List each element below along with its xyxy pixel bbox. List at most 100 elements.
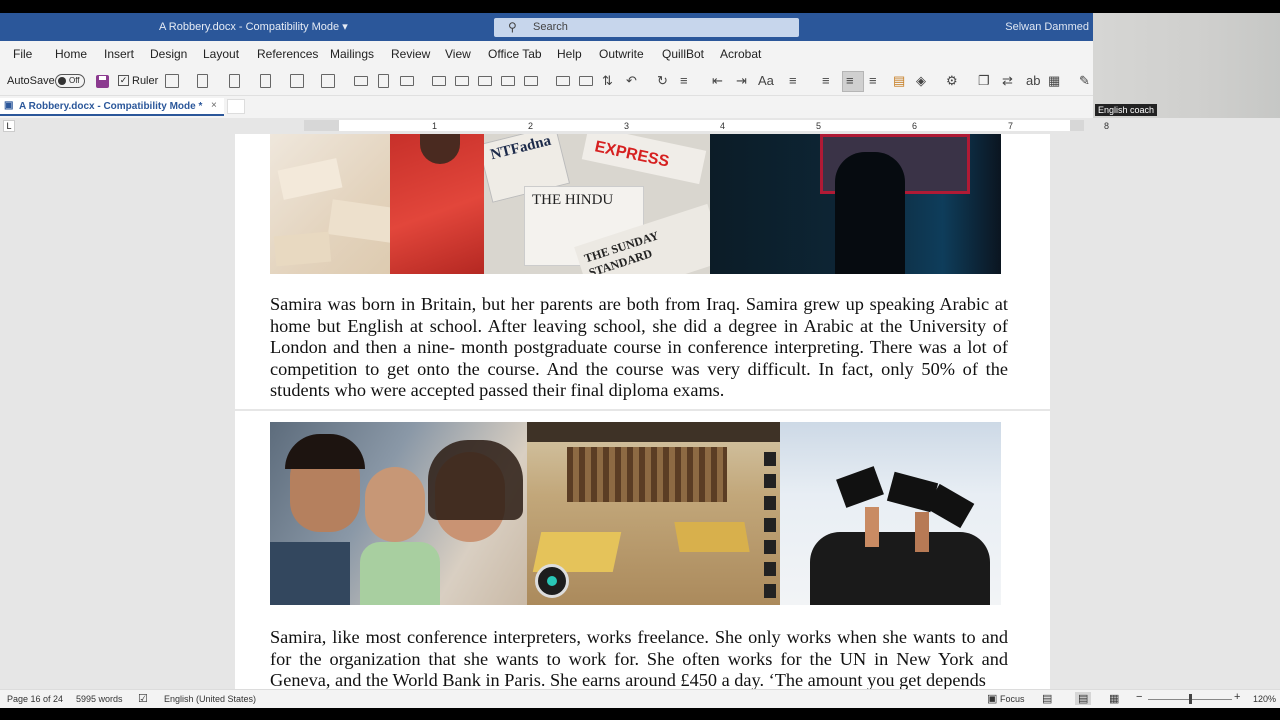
autosave-toggle[interactable]: Off [55,74,85,88]
tab-design[interactable]: Design [150,47,187,61]
focus-icon: ▣ [987,693,998,705]
left-margin [304,120,339,131]
columns-icon[interactable] [321,74,335,88]
ruler-strip[interactable]: 1 2 3 4 5 6 7 8 [304,120,1109,131]
open-document-icon[interactable] [229,74,240,88]
tab-view[interactable]: View [445,47,471,61]
tab-review[interactable]: Review [391,47,430,61]
print-layout-icon[interactable]: ▤ [1075,692,1092,705]
proofing-icon[interactable]: ☑ [138,692,148,705]
layout-icon-2[interactable] [455,76,469,86]
replace-icon[interactable]: ⇄ [1002,73,1013,89]
layout-icon-1[interactable] [432,76,446,86]
page-count[interactable]: Page 16 of 24 [7,694,63,704]
zoom-in-icon[interactable]: + [1234,691,1240,703]
line-spacing-icon[interactable]: ≡ [680,73,688,88]
graduation-caps-photo [780,422,1001,605]
tab-layout[interactable]: Layout [203,47,239,61]
right-margin [1070,120,1084,131]
save-icon[interactable] [96,75,109,88]
redo-icon[interactable]: ↻ [657,73,668,89]
ribbon-tabs: File Home Insert Design Layout Reference… [0,41,1093,67]
layout-icon-4[interactable] [501,76,515,86]
ruler-number: 4 [720,121,726,131]
zoom-out-icon[interactable]: − [1136,691,1142,703]
document-tab[interactable]: ▣ A Robbery.docx - Compatibility Mode * … [0,98,224,116]
table-grid-icon[interactable] [400,76,414,86]
ruler-number: 3 [624,121,630,131]
ruler: L 1 2 3 4 5 6 7 8 [0,118,1280,134]
text-box-icon[interactable] [354,76,368,86]
layout-icon-7[interactable] [579,76,593,86]
format-icon[interactable]: ⚙ [946,73,958,89]
word-doc-icon: ▣ [4,100,14,111]
page[interactable]: NTFadna EXPRESS THE HINDU THE SUNDAY STA… [235,134,1050,409]
word-count[interactable]: 5995 words [76,694,123,704]
tab-mailings[interactable]: Mailings [330,47,374,61]
tab-home[interactable]: Home [55,47,87,61]
strikethrough-icon[interactable]: ab [1026,73,1040,88]
ruler-number: 6 [912,121,918,131]
ruler-number: 5 [816,121,822,131]
title-bar: A Robbery.docx - Compatibility Mode ▾ ⚲ … [0,13,1093,41]
paragraph-1[interactable]: Samira was born in Britain, but her pare… [270,294,1008,402]
clipboard-icon[interactable]: ▤ [893,73,905,89]
paragraph-2[interactable]: Samira, like most conference interpreter… [270,627,1008,689]
layout-icon-5[interactable] [524,76,538,86]
tab-help[interactable]: Help [557,47,582,61]
tab-quillbot[interactable]: QuillBot [662,47,704,61]
search-placeholder: Search [533,21,568,33]
read-mode-icon[interactable]: ▤ [1042,692,1052,705]
insert-icon[interactable]: ▦ [1048,73,1060,89]
decrease-indent-icon[interactable]: ⇤ [712,73,723,89]
tab-office-tab[interactable]: Office Tab [488,47,542,61]
title-dropdown-icon[interactable]: ▾ [342,21,348,33]
tab-acrobat[interactable]: Acrobat [720,47,761,61]
ruler-number: 7 [1008,121,1014,131]
search-box[interactable]: ⚲ Search [494,18,799,37]
align-right-icon[interactable]: ≡ [869,73,877,88]
copy-format-icon[interactable]: ❐ [978,73,990,89]
screen-top-edge [0,0,1280,13]
align-left-icon[interactable]: ≡ [822,73,830,88]
focus-button[interactable]: Focus [1000,694,1025,704]
edit-icon[interactable]: ✎ [1079,73,1090,89]
document-canvas[interactable]: NTFadna EXPRESS THE HINDU THE SUNDAY STA… [0,134,1280,689]
tab-outwrite[interactable]: Outwrite [599,47,644,61]
tab-selector[interactable]: L [3,120,15,132]
tab-insert[interactable]: Insert [104,47,134,61]
language[interactable]: English (United States) [164,694,256,704]
close-tab-icon[interactable]: × [211,100,217,111]
table-icon[interactable] [165,74,179,88]
undo-icon[interactable]: ↶ [626,73,637,89]
tab-references[interactable]: References [257,47,318,61]
user-name[interactable]: Selwan Dammed [1005,21,1089,33]
quick-access-toolbar: AutoSave Off ✓ Ruler ⇅ ↶ ↻ ≡ ⇤ ⇥ Aa ≡ ≡ … [0,67,1093,96]
page-icon[interactable] [378,74,389,88]
webcam-label: English coach [1095,104,1158,116]
tab-file[interactable]: File [13,47,32,61]
web-layout-icon[interactable]: ▦ [1109,692,1119,705]
family-selfie-photo [270,422,527,605]
autosave-label: AutoSave [7,75,55,87]
ruler-checkbox[interactable]: ✓ [118,75,129,86]
toggle-knob [58,77,66,85]
increase-indent-icon[interactable]: ⇥ [736,73,747,89]
page[interactable]: Samira, like most conference interpreter… [235,411,1050,689]
paste-icon[interactable] [290,74,304,88]
webcam-overlay: English coach [1093,13,1280,118]
new-tab-button[interactable] [227,99,245,114]
justify-icon[interactable]: ≡ [789,73,797,88]
zoom-level[interactable]: 120% [1253,694,1276,704]
document-title[interactable]: A Robbery.docx - Compatibility Mode ▾ [159,20,348,33]
sort-icon[interactable]: ⇅ [602,73,613,89]
shading-icon[interactable]: ◈ [916,73,926,89]
zoom-slider-thumb[interactable] [1189,694,1192,704]
layout-icon-3[interactable] [478,76,492,86]
change-case-icon[interactable]: Aa [758,73,774,88]
new-document-icon[interactable] [197,74,208,88]
layout-icon-6[interactable] [556,76,570,86]
document-tab-strip: ▣ A Robbery.docx - Compatibility Mode * … [0,96,1093,118]
align-center-icon[interactable]: ≡ [846,73,854,88]
template-icon[interactable] [260,74,271,88]
